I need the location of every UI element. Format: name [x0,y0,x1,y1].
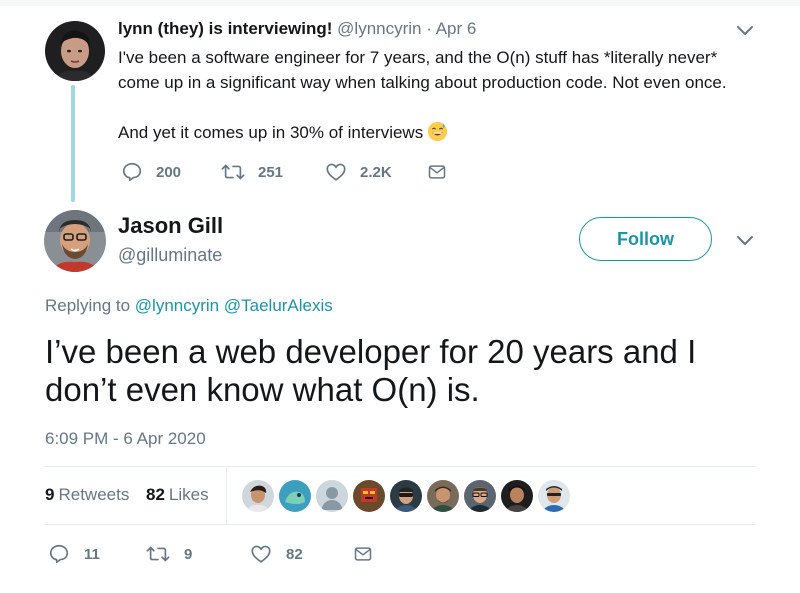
tweet-text-line: don’t even know what O(n) is. [45,371,480,408]
parent-more-chevron-down-icon[interactable] [735,24,755,38]
likes-stat[interactable]: 82 Likes [146,485,209,505]
mention-link[interactable]: @lynncyrin [135,296,219,315]
jason-avatar[interactable] [44,210,106,272]
liker-avatar[interactable] [538,480,570,512]
retweets-label: Retweets [58,485,130,504]
parent-retweet-count: 251 [258,163,284,181]
parent-date[interactable]: Apr 6 [436,19,477,38]
heart-icon [251,545,271,563]
follow-button[interactable]: Follow [579,217,712,261]
mention-link[interactable]: @TaelurAlexis [224,296,333,315]
tweet-text: I’ve been a web developer for 20 years a… [45,333,775,409]
reply-button[interactable]: 11 [48,543,100,565]
retweet-icon [221,164,245,180]
parent-like-count: 2.2K [360,163,392,181]
parent-handle[interactable]: @lynncyrin [337,19,421,38]
liker-avatar[interactable] [353,480,385,512]
likers-avatar-row [242,480,570,512]
like-button[interactable]: 82 [250,543,303,565]
liker-avatar[interactable] [390,480,422,512]
retweet-icon [146,546,170,562]
envelope-icon [428,165,446,179]
liker-avatar[interactable] [501,480,533,512]
retweet-button[interactable]: 9 [146,543,192,565]
header-separator: · [426,19,432,38]
parent-reply-button[interactable]: 200 [121,161,181,183]
author-handle[interactable]: @gilluminate [118,245,222,266]
parent-display-name[interactable]: lynn (they) is interviewing! [118,19,332,38]
tweet-text-line: I’ve been a web developer for 20 years a… [45,333,697,370]
liker-avatar[interactable] [427,480,459,512]
heart-icon [326,163,346,181]
top-strip [0,0,800,6]
grinning-sweat-emoji-icon [428,121,448,142]
replying-to-label: Replying to [45,296,131,315]
dm-button[interactable] [353,544,373,564]
parent-retweet-button[interactable]: 251 [221,161,283,183]
likes-label: Likes [168,485,209,504]
like-count: 82 [286,545,303,563]
replying-to-line: Replying to @lynncyrin @TaelurAlexis [45,296,333,316]
parent-text-line: I've been a software engineer for 7 year… [118,48,718,67]
tweet-timestamp[interactable]: 6:09 PM - 6 Apr 2020 [45,429,206,449]
retweets-stat[interactable]: 9 Retweets [45,485,129,505]
liker-avatar[interactable] [464,480,496,512]
liker-avatar[interactable] [279,480,311,512]
parent-tweet-header: lynn (they) is interviewing! @lynncyrin … [118,19,476,39]
likes-count: 82 [146,485,165,504]
author-display-name[interactable]: Jason Gill [118,213,223,239]
divider [45,524,755,525]
parent-text-line: And yet it comes up in 30% of interviews [118,123,424,142]
liker-avatar[interactable] [316,480,348,512]
reply-count: 11 [84,545,100,563]
parent-tweet-text: I've been a software engineer for 7 year… [118,45,778,145]
tweet-more-chevron-down-icon[interactable] [735,234,755,248]
liker-avatar[interactable] [242,480,274,512]
divider [45,466,755,467]
parent-like-button[interactable]: 2.2K [325,161,392,183]
reply-icon [122,162,142,182]
thread-connector-line [71,85,75,202]
parent-text-line-last: And yet it comes up in 30% of interviews [118,120,778,145]
parent-text-line: come up in a significant way when talkin… [118,73,727,92]
parent-reply-count: 200 [156,163,182,181]
retweet-count: 9 [184,545,193,563]
reply-icon [49,544,69,564]
retweets-count: 9 [45,485,55,504]
stats-divider [226,468,227,524]
parent-dm-button[interactable] [427,162,447,182]
lynn-avatar[interactable] [45,21,105,81]
envelope-icon [354,547,372,561]
